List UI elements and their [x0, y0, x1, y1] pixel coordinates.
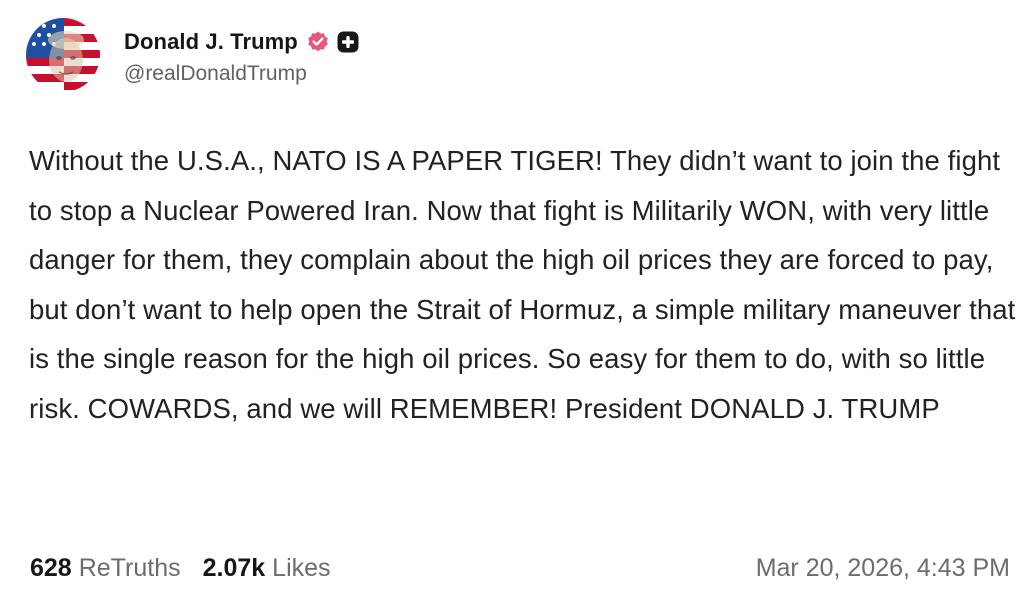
likes-stat[interactable]: 2.07k Likes — [203, 554, 331, 583]
post-body-text: Without the U.S.A., NATO IS A PAPER TIGE… — [29, 145, 1024, 424]
likes-label: Likes — [272, 553, 331, 582]
verified-badge-icon — [306, 30, 330, 54]
post-header: Donald J. Trump @realDonaldTrump — [26, 18, 360, 92]
truth-post: Donald J. Trump @realDonaldTrump Without… — [0, 0, 1024, 599]
avatar[interactable] — [26, 18, 100, 92]
post-stats: 628 ReTruths 2.07k Likes — [30, 554, 353, 583]
flag-portrait-avatar-icon — [26, 18, 100, 92]
name-row: Donald J. Trump — [124, 24, 360, 60]
author-handle[interactable]: @realDonaldTrump — [124, 62, 360, 86]
author-names: Donald J. Trump @realDonaldTrump — [124, 24, 360, 86]
author-display-name[interactable]: Donald J. Trump — [124, 29, 298, 55]
retruths-count: 628 — [30, 553, 72, 582]
retruths-label: ReTruths — [78, 553, 181, 582]
likes-count: 2.07k — [202, 553, 266, 582]
post-timestamp[interactable]: Mar 20, 2026, 4:43 PM — [756, 554, 1010, 583]
post-footer: 628 ReTruths 2.07k Likes Mar 20, 2026, 4… — [30, 548, 1010, 588]
plus-badge-icon — [336, 30, 360, 54]
retruths-stat[interactable]: 628 ReTruths — [30, 554, 181, 583]
